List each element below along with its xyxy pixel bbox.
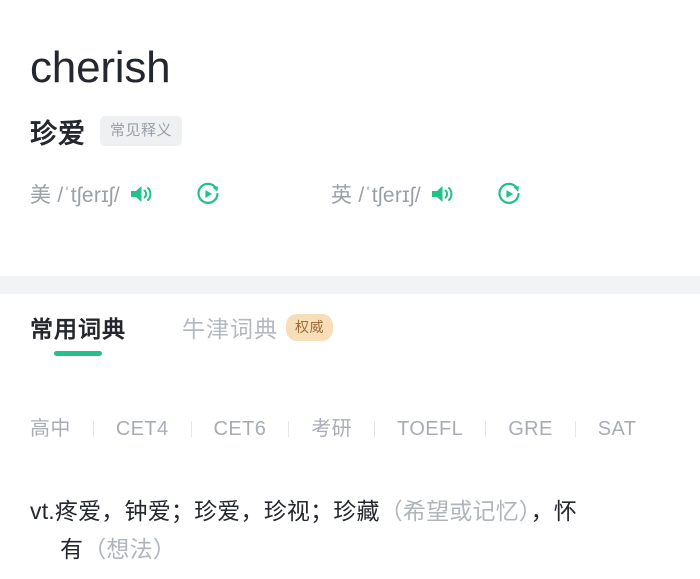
dictionary-tabs: 常用词典 牛津词典 权威 (0, 310, 700, 362)
definition-parenthetical-b: （想法） (83, 536, 177, 562)
pronunciation-row: 美/ˈtʃerɪʃ/ 英 /ˈtʃerɪʃ/ (30, 179, 670, 209)
pronunciation-us-ipa: /ˈtʃerɪʃ/ (57, 183, 120, 207)
pronunciation-us-text: 美/ˈtʃerɪʃ/ (30, 179, 120, 209)
primary-meaning: 珍爱 (30, 118, 86, 149)
word-header: cherish 珍爱 常见释义 美/ˈtʃerɪʃ/ 英 /ˈtʃerɪʃ/ (0, 0, 700, 209)
tab-oxford-dictionary-label: 牛津词典 (182, 316, 278, 342)
exam-tag-cet6[interactable]: CET6 (214, 410, 267, 448)
exam-tag-list: 高中 CET4 CET6 考研 TOEFL GRE SAT (0, 410, 700, 448)
pronunciation-uk-text: 英/ˈtʃerɪʃ/ (331, 179, 421, 209)
exam-tag-divider (92, 421, 94, 437)
definition-text: vt.疼爱，钟爱；珍爱，珍视；珍藏（希望或记忆），怀有（想法） (0, 492, 700, 568)
exam-tag-gre[interactable]: GRE (508, 410, 553, 448)
exam-tag-divider (574, 421, 576, 437)
tab-oxford-dictionary[interactable]: 牛津词典 权威 (182, 310, 333, 362)
speaker-icon[interactable] (128, 183, 153, 205)
part-of-speech: vt. (30, 498, 55, 524)
dictionary-entry-page: cherish 珍爱 常见释义 美/ˈtʃerɪʃ/ 英 /ˈtʃerɪʃ/ 常… (0, 0, 700, 579)
exam-tag-cet4[interactable]: CET4 (116, 410, 169, 448)
exam-tag-divider (190, 421, 192, 437)
definition-main-b: ，怀 (530, 498, 578, 524)
page-title: cherish (30, 43, 171, 92)
replay-circle-icon[interactable] (193, 179, 223, 209)
pronunciation-uk-locale: 英 (331, 183, 353, 207)
active-tab-indicator (54, 351, 102, 356)
speaker-icon[interactable] (429, 183, 454, 205)
definition-parenthetical-a: （希望或记忆） (379, 498, 531, 524)
exam-tag-divider (288, 421, 290, 437)
replay-circle-icon[interactable] (494, 179, 524, 209)
exam-tag-kaoyan[interactable]: 考研 (311, 410, 352, 448)
common-definition-badge: 常见释义 (100, 116, 183, 147)
pronunciation-uk-ipa: /ˈtʃerɪʃ/ (358, 183, 421, 207)
definition-line-2: 有（想法） (30, 530, 672, 568)
exam-tag-toefl[interactable]: TOEFL (397, 410, 463, 448)
exam-tag-divider (485, 421, 487, 437)
pronunciation-uk: 英/ˈtʃerɪʃ/ (331, 179, 524, 209)
pronunciation-us-locale: 美 (30, 183, 52, 207)
exam-tag-sat[interactable]: SAT (598, 410, 637, 448)
exam-tag-divider (374, 421, 376, 437)
definition-main-a: 疼爱，钟爱；珍爱，珍视；珍藏 (54, 498, 380, 524)
tab-common-dictionary[interactable]: 常用词典 (30, 310, 126, 362)
tab-common-dictionary-label: 常用词典 (30, 316, 126, 342)
pronunciation-us: 美/ˈtʃerɪʃ/ (30, 179, 223, 209)
exam-tag-gaozhong[interactable]: 高中 (30, 410, 71, 448)
section-divider (0, 276, 700, 294)
primary-meaning-row: 珍爱 常见释义 (30, 112, 670, 151)
authoritative-badge: 权威 (286, 313, 333, 341)
definition-main-c: 有 (60, 536, 84, 562)
